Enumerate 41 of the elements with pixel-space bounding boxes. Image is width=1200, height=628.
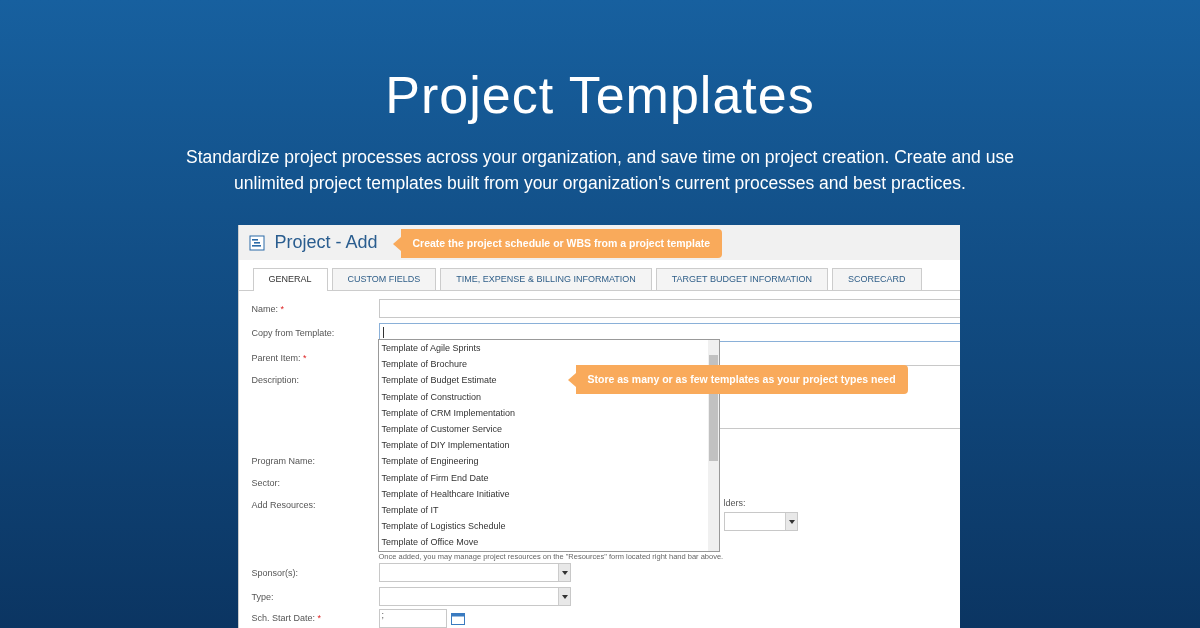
hero-title: Project Templates xyxy=(385,65,815,126)
field-label: Sector: xyxy=(251,477,281,488)
tab[interactable]: GENERAL xyxy=(252,268,328,291)
field-label: Parent Item: * xyxy=(251,352,308,363)
list-item[interactable]: Template of Engineering xyxy=(378,453,708,470)
tab[interactable]: TIME, EXPENSE & BILLING INFORMATION xyxy=(440,268,652,290)
list-icon xyxy=(248,234,265,251)
list-item[interactable]: Template of Office Move xyxy=(378,534,708,551)
calendar-icon[interactable] xyxy=(450,612,465,625)
callout-tooltip: Store as many or as few templates as your project types need xyxy=(567,365,908,394)
dropdown-field[interactable] xyxy=(378,563,571,582)
field-label: Program Name: xyxy=(251,455,317,466)
list-item[interactable]: Template of IT xyxy=(378,501,708,519)
dropdown-field[interactable] xyxy=(723,512,798,531)
list-item[interactable]: Template of Healthcare Initiative xyxy=(378,485,708,502)
tab[interactable]: CUSTOM FIELDS xyxy=(331,268,437,290)
list-item[interactable]: Template of Customer Service xyxy=(378,420,708,438)
tab[interactable]: SCORECARD xyxy=(832,268,922,290)
page-title: Project - Add xyxy=(274,232,378,253)
dropdown-field[interactable] xyxy=(378,587,571,606)
field-label: Sponsor(s): xyxy=(251,567,300,578)
field-label: lders: xyxy=(723,497,746,508)
callout-tooltip: Create the project schedule or WBS from a project template xyxy=(392,229,723,258)
list-item[interactable]: Template of CRM Implementation xyxy=(378,404,708,421)
list-item[interactable]: Template of Agile Sprints xyxy=(378,340,708,357)
field-label: Name: * xyxy=(251,303,286,314)
tab[interactable]: TARGET BUDGET INFORMATION xyxy=(655,268,829,290)
caret-icon xyxy=(784,513,797,530)
hero-subtitle: Standardize project processes across your organization, and save time on project creation. Create and use unlimited project templates built from your organization's current processes and best practices. xyxy=(185,146,1015,195)
text-field[interactable] xyxy=(378,299,960,318)
list-item[interactable]: Template of DIY Implementation xyxy=(378,437,708,454)
caret-icon xyxy=(557,588,570,605)
field-label: Type: xyxy=(251,591,275,602)
field-label: Sch. Start Date: * xyxy=(251,612,323,623)
field-label: Add Resources: xyxy=(251,499,317,510)
caret-icon xyxy=(557,564,570,581)
field-label: Description: xyxy=(251,374,301,385)
field-label: Copy from Template: xyxy=(251,327,336,338)
date-field[interactable]: ; xyxy=(378,609,447,628)
list-item[interactable]: Template of Firm End Date xyxy=(378,469,708,486)
list-item[interactable]: Template of Logistics Schedule xyxy=(378,518,708,535)
